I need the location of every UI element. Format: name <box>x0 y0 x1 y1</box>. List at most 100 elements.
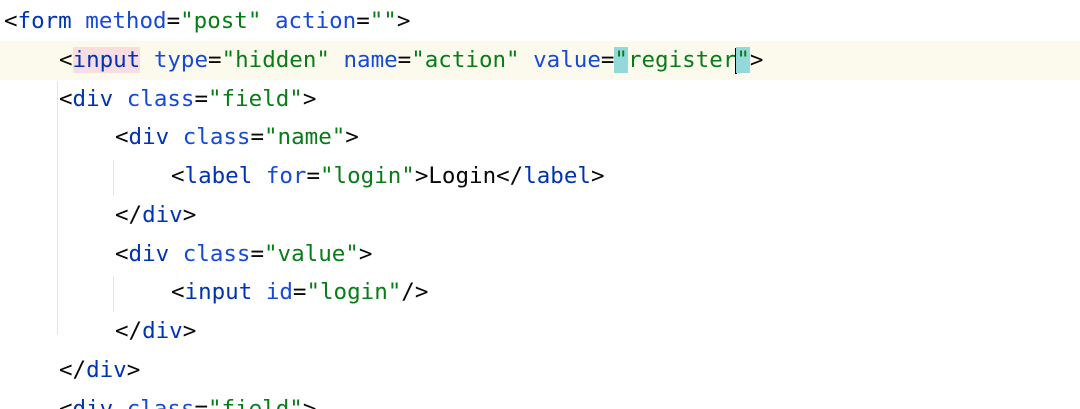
punctuation: </ <box>59 357 87 383</box>
attribute-value: "post" <box>180 8 262 34</box>
code-line[interactable]: </div> <box>0 196 1080 235</box>
punctuation: > <box>182 202 197 228</box>
attribute-value: "action" <box>411 47 520 73</box>
code-line-text: </div> <box>115 196 196 235</box>
tag-name: div <box>72 396 114 409</box>
punctuation <box>113 86 127 112</box>
punctuation: < <box>59 86 73 112</box>
punctuation <box>252 163 266 189</box>
tag-name: div <box>142 318 183 344</box>
punctuation: > <box>302 396 317 409</box>
punctuation: = <box>208 47 222 73</box>
punctuation: < <box>115 124 129 150</box>
attribute-name: type <box>153 47 209 73</box>
tag-name: div <box>86 357 127 383</box>
attribute-name: method <box>85 8 167 34</box>
punctuation: /> <box>401 279 429 305</box>
attribute-value: "field" <box>208 86 303 112</box>
attribute-value: "value" <box>264 241 359 267</box>
attribute-value: "" <box>369 8 397 34</box>
punctuation: > <box>590 163 605 189</box>
tag-name: label <box>184 163 253 189</box>
attribute-name: class <box>126 86 195 112</box>
attribute-name: name <box>343 47 398 73</box>
code-editor[interactable]: <form method="post" action=""> <input ty… <box>0 0 1080 409</box>
punctuation: = <box>306 163 321 189</box>
attribute-name: id <box>265 279 293 305</box>
tag-name: form <box>17 8 72 34</box>
punctuation: = <box>250 124 265 150</box>
matched-quote: " <box>614 47 628 73</box>
matched-tag-name: input <box>72 47 141 73</box>
attribute-name: class <box>182 124 251 150</box>
punctuation: < <box>115 241 129 267</box>
punctuation <box>252 279 266 305</box>
punctuation: </ <box>496 163 524 189</box>
attribute-value: "login" <box>306 279 402 305</box>
punctuation: = <box>194 396 209 409</box>
tag-name: label <box>523 163 591 189</box>
punctuation: = <box>397 47 412 73</box>
punctuation: > <box>302 86 317 112</box>
attribute-name: class <box>182 241 251 267</box>
code-line[interactable]: <div class="field"> <box>0 80 1080 119</box>
code-line-text: <div class="value"> <box>115 235 372 274</box>
punctuation: > <box>345 124 359 150</box>
attribute-value: "name" <box>264 124 346 150</box>
code-line[interactable]: <div class="value"> <box>0 235 1080 274</box>
matched-quote: " <box>736 47 750 73</box>
tag-name: div <box>72 86 114 112</box>
attribute-value: "login" <box>320 163 415 189</box>
attribute-value: "field" <box>208 396 303 409</box>
punctuation: > <box>396 8 411 34</box>
code-line[interactable]: <div class="name"> <box>0 118 1080 157</box>
punctuation <box>169 241 183 267</box>
punctuation <box>520 47 534 73</box>
punctuation <box>169 124 183 150</box>
attribute-value: "hidden" <box>221 47 330 73</box>
punctuation: > <box>414 163 429 189</box>
punctuation: > <box>182 318 197 344</box>
code-line-text: <form method="post" action=""> <box>4 2 410 41</box>
code-line-text: <input type="hidden" name="action" value… <box>59 41 763 80</box>
tag-name: div <box>128 241 170 267</box>
punctuation <box>72 8 86 34</box>
punctuation <box>140 47 154 73</box>
attribute-name: for <box>265 163 307 189</box>
punctuation: = <box>292 279 307 305</box>
punctuation: </ <box>115 318 143 344</box>
code-line-text: <div class="name"> <box>115 118 359 157</box>
punctuation: > <box>126 357 141 383</box>
code-line-current[interactable]: <input type="hidden" name="action" value… <box>0 41 1080 80</box>
text-content: Login <box>428 163 497 189</box>
code-line-text: <label for="login">Login</label> <box>171 157 605 196</box>
punctuation: = <box>356 8 370 34</box>
punctuation: < <box>171 279 185 305</box>
attribute-name: value <box>533 47 601 73</box>
attribute-value: register <box>627 47 737 73</box>
code-line[interactable]: <input id="login"/> <box>0 273 1080 312</box>
tag-name: input <box>184 279 253 305</box>
tag-name: div <box>128 124 170 150</box>
punctuation: > <box>749 47 764 73</box>
code-line[interactable]: <div class="field"> <box>0 390 1080 409</box>
punctuation <box>261 8 275 34</box>
attribute-name: action <box>274 8 357 34</box>
code-line[interactable]: </div> <box>0 312 1080 351</box>
punctuation: < <box>59 47 73 73</box>
code-line-text: <div class="field"> <box>59 80 316 119</box>
code-line-text: </div> <box>115 312 196 351</box>
code-line[interactable]: <form method="post" action=""> <box>0 2 1080 41</box>
attribute-name: class <box>126 396 195 409</box>
code-line[interactable]: </div> <box>0 351 1080 390</box>
punctuation: = <box>250 241 265 267</box>
code-line-text: <div class="field"> <box>59 390 316 409</box>
punctuation: > <box>358 241 373 267</box>
punctuation: < <box>171 163 185 189</box>
code-line-text: </div> <box>59 351 140 390</box>
punctuation: = <box>600 47 615 73</box>
punctuation <box>330 47 344 73</box>
tag-name: div <box>142 202 183 228</box>
punctuation: </ <box>115 202 143 228</box>
code-line[interactable]: <label for="login">Login</label> <box>0 157 1080 196</box>
